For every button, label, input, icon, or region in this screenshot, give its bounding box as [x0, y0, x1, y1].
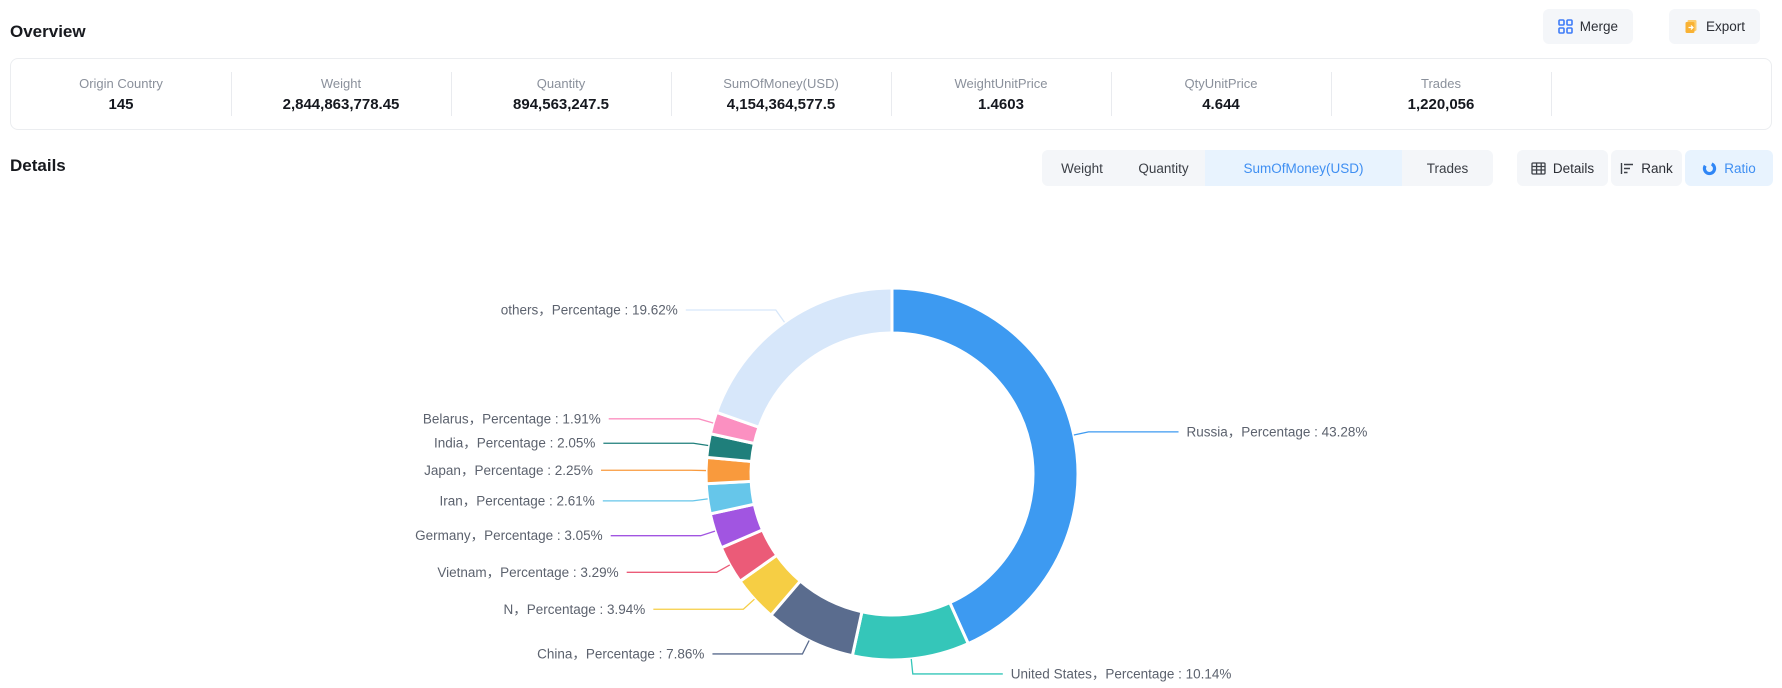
metric-tabs: Weight Quantity SumOfMoney(USD) Trades	[1042, 150, 1493, 186]
slice-label-russia: Russia，Percentage : 43.28%	[1187, 424, 1368, 439]
leader-line-belarus	[609, 419, 713, 423]
tab-sum-of-money[interactable]: SumOfMoney(USD)	[1205, 150, 1402, 186]
tab-trades[interactable]: Trades	[1402, 150, 1493, 186]
slice-others[interactable]	[717, 288, 892, 427]
export-button-label: Export	[1706, 19, 1745, 34]
stat-weight: Weight 2,844,863,778.45	[231, 59, 451, 129]
export-icon	[1684, 19, 1699, 34]
header-buttons: Merge Export	[1543, 9, 1760, 44]
stat-trades: Trades 1,220,056	[1331, 59, 1551, 129]
page-title: Overview	[10, 22, 86, 42]
slice-label-united-states: United States，Percentage : 10.14%	[1011, 666, 1232, 681]
donut-icon	[1702, 161, 1717, 176]
view-rank-button[interactable]: Rank	[1611, 150, 1682, 186]
slice-united-states[interactable]	[852, 603, 968, 660]
stat-empty	[1551, 59, 1771, 129]
slice-label-japan: Japan，Percentage : 2.25%	[424, 463, 593, 478]
slice-label-belarus: Belarus，Percentage : 1.91%	[423, 411, 601, 426]
leader-line-russia	[1074, 432, 1179, 435]
leader-line-vietnam	[627, 565, 730, 572]
slice-label-vietnam: Vietnam，Percentage : 3.29%	[437, 565, 618, 580]
view-switcher: Details Rank Ratio	[1517, 150, 1773, 186]
overview-stats-card: Origin Country 145 Weight 2,844,863,778.…	[10, 58, 1772, 130]
slice-label-others: others，Percentage : 19.62%	[501, 302, 678, 317]
slice-label-germany: Germany，Percentage : 3.05%	[415, 528, 603, 543]
slice-label-iran: Iran，Percentage : 2.61%	[439, 493, 594, 508]
leader-line-others	[686, 310, 785, 322]
export-button[interactable]: Export	[1669, 9, 1760, 44]
view-details-button[interactable]: Details	[1517, 150, 1608, 186]
stat-qty-unit-price: QtyUnitPrice 4.644	[1111, 59, 1331, 129]
table-icon	[1531, 162, 1546, 175]
merge-icon	[1558, 19, 1573, 34]
view-ratio-button[interactable]: Ratio	[1685, 150, 1773, 186]
tab-quantity[interactable]: Quantity	[1122, 150, 1205, 186]
merge-button-label: Merge	[1580, 19, 1618, 34]
stat-origin-country: Origin Country 145	[11, 59, 231, 129]
leader-line-china	[712, 641, 809, 654]
slice-russia[interactable]	[892, 288, 1078, 644]
leader-line-germany	[611, 531, 715, 536]
donut-chart: Russia，Percentage : 43.28% United States，…	[0, 188, 1782, 688]
trade-dashboard: Overview Merge Export Origin Country	[0, 0, 1782, 688]
leader-line-india	[603, 443, 708, 445]
merge-button[interactable]: Merge	[1543, 9, 1633, 44]
leader-line-iran	[603, 499, 708, 501]
leader-line-united-states	[911, 659, 1003, 674]
details-title: Details	[10, 156, 66, 176]
stat-sum-of-money: SumOfMoney(USD) 4,154,364,577.5	[671, 59, 891, 129]
slice-label-n: N，Percentage : 3.94%	[503, 602, 645, 617]
stat-quantity: Quantity 894,563,247.5	[451, 59, 671, 129]
rank-icon	[1620, 162, 1634, 175]
leader-line-n	[653, 599, 754, 609]
slice-label-india: India，Percentage : 2.05%	[434, 436, 595, 451]
tab-weight[interactable]: Weight	[1042, 150, 1122, 186]
slice-label-china: China，Percentage : 7.86%	[537, 646, 704, 661]
stat-weight-unit-price: WeightUnitPrice 1.4603	[891, 59, 1111, 129]
